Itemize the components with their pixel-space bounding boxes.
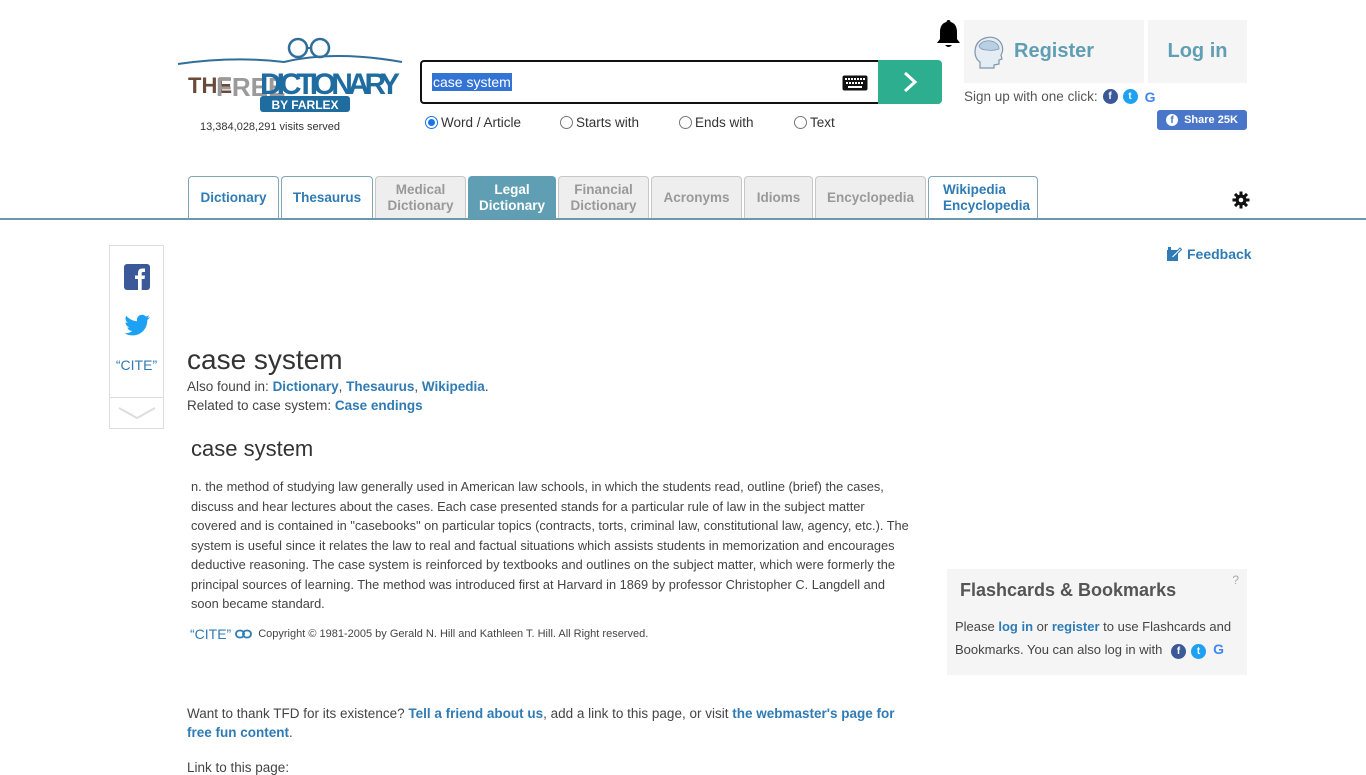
- feedback-edit-icon: [1167, 247, 1182, 261]
- also-found-in: Also found in: Dictionary, Thesaurus, Wi…: [187, 379, 489, 394]
- thank-tfd-text: Want to thank TFD for its existence? Tel…: [187, 706, 895, 740]
- bell-icon[interactable]: [935, 18, 962, 50]
- related-case-endings-link[interactable]: Case endings: [335, 398, 423, 413]
- sidebar-divider: [110, 397, 163, 398]
- search-input[interactable]: [430, 72, 830, 94]
- signup-one-click: Sign up with one click: f t G: [964, 89, 1158, 105]
- flashcards-login-link[interactable]: log in: [998, 619, 1033, 634]
- brain-head-icon: [974, 36, 1004, 69]
- tabs-divider: [0, 218, 1366, 220]
- radio-text[interactable]: Text: [794, 115, 835, 130]
- keyboard-icon[interactable]: [842, 75, 868, 91]
- site-logo[interactable]: THE FREE DICTIONARY BY FARLEX: [174, 36, 406, 116]
- twitter-icon[interactable]: t: [1122, 89, 1138, 104]
- share-sidebar: “CITE”: [109, 245, 164, 429]
- gear-icon[interactable]: [1232, 191, 1250, 209]
- radio-word-article[interactable]: Word / Article: [425, 115, 521, 130]
- facebook-login-icon[interactable]: f: [1171, 644, 1187, 659]
- cite-button[interactable]: “CITE”: [110, 357, 163, 373]
- search-box: case system: [420, 60, 880, 104]
- related-to: Related to case system: Case endings: [187, 398, 423, 413]
- tab-medical-dictionary[interactable]: Medical Dictionary: [375, 176, 466, 219]
- radio-ends-with[interactable]: Ends with: [679, 115, 754, 130]
- tab-dictionary[interactable]: Dictionary: [188, 176, 279, 219]
- tab-idioms[interactable]: Idioms: [744, 176, 813, 219]
- also-found-thesaurus-link[interactable]: Thesaurus: [346, 379, 414, 394]
- tab-financial-dictionary[interactable]: Financial Dictionary: [558, 176, 649, 219]
- tab-encyclopedia[interactable]: Encyclopedia: [815, 176, 926, 219]
- also-found-wikipedia-link[interactable]: Wikipedia: [422, 379, 485, 394]
- tab-wikipedia-encyclopedia[interactable]: Wikipedia Encyclopedia: [928, 176, 1038, 219]
- visits-counter: 13,384,028,291 visits served: [200, 121, 341, 133]
- google-login-icon[interactable]: G: [1211, 641, 1226, 657]
- login-button[interactable]: Log in: [1148, 20, 1247, 83]
- help-icon[interactable]: ?: [1232, 573, 1239, 587]
- tell-friend-link[interactable]: Tell a friend about us: [408, 706, 543, 721]
- flashcards-register-link[interactable]: register: [1052, 619, 1100, 634]
- flashcards-text: Please log in or register to use Flashca…: [955, 619, 1232, 659]
- flashcards-title: Flashcards & Bookmarks: [960, 580, 1177, 600]
- facebook-icon: f: [1166, 114, 1179, 126]
- radio-starts-with[interactable]: Starts with: [560, 115, 639, 130]
- facebook-share-icon[interactable]: [124, 264, 150, 290]
- entry-citation: “CITE” Copyright © 1981-2005 by Gerald N…: [190, 626, 648, 642]
- chevron-right-icon: [903, 71, 918, 93]
- register-button[interactable]: Register: [964, 20, 1144, 83]
- entry-headword: case system: [191, 436, 314, 461]
- twitter-login-icon[interactable]: t: [1191, 644, 1207, 659]
- chevron-down-icon[interactable]: [118, 406, 156, 420]
- also-found-dictionary-link[interactable]: Dictionary: [273, 379, 339, 394]
- register-label: Register: [1014, 40, 1095, 62]
- tab-acronyms[interactable]: Acronyms: [651, 176, 742, 219]
- link-icon[interactable]: [235, 629, 253, 639]
- search-button[interactable]: [878, 60, 942, 104]
- tab-legal-dictionary[interactable]: Legal Dictionary: [468, 176, 556, 219]
- google-icon[interactable]: G: [1143, 89, 1158, 105]
- logo-by-farlex: BY FARLEX: [271, 98, 338, 112]
- facebook-icon[interactable]: f: [1102, 89, 1118, 104]
- tab-thesaurus[interactable]: Thesaurus: [281, 176, 373, 219]
- entry-definition: n. the method of studying law generally …: [191, 479, 909, 611]
- entry-cite-button[interactable]: “CITE”: [190, 626, 231, 642]
- feedback-link[interactable]: Feedback: [1166, 246, 1252, 262]
- page-title: case system: [187, 344, 343, 375]
- copyright-text: Copyright © 1981-2005 by Gerald N. Hill …: [258, 628, 649, 640]
- signup-text: Sign up with one click:: [964, 89, 1098, 104]
- flashcards-panel: Flashcards & Bookmarks ? Please log in o…: [947, 569, 1247, 675]
- facebook-share-button[interactable]: f Share 25K: [1157, 110, 1247, 130]
- twitter-share-icon[interactable]: [123, 314, 151, 338]
- share-label: Share 25K: [1184, 114, 1238, 126]
- feedback-label: Feedback: [1187, 246, 1252, 262]
